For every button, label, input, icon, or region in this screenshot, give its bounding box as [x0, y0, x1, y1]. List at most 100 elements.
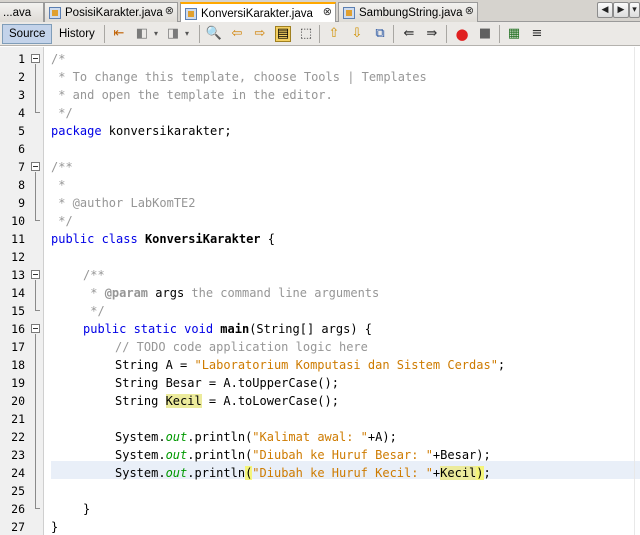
last-edit-icon[interactable]: ⇤: [111, 26, 127, 42]
code-line-24: System.out.println("Diubah ke Huruf Keci…: [115, 464, 491, 482]
comment-icon[interactable]: ▦: [506, 26, 522, 42]
previous-bookmark-icon[interactable]: ⇧: [326, 26, 342, 42]
comment: * @author LabKomTE2: [51, 196, 196, 210]
line-number: 20: [11, 394, 25, 408]
string-literal: "Diubah ke Huruf Kecil: ": [252, 466, 433, 480]
code-text: .println(: [187, 430, 253, 444]
string-literal: "Kalimat awal: ": [252, 430, 368, 444]
line-number: 15: [11, 304, 25, 318]
toggle-bookmark-icon[interactable]: ⧉: [372, 26, 388, 42]
fold-collapse-icon[interactable]: [31, 324, 40, 333]
tab-label: PosisiKarakter.java: [65, 6, 163, 19]
tab-posisikarakter[interactable]: PosisiKarakter.java ⊗: [44, 2, 178, 22]
scroll-tabs-right-icon[interactable]: ▶: [613, 2, 629, 18]
source-view-button[interactable]: Source: [2, 24, 53, 44]
code-text: .println: [187, 466, 246, 480]
javadoc-tag: @param: [104, 286, 149, 300]
line-number: 21: [11, 412, 25, 426]
java-file-icon: [49, 6, 61, 19]
code-line-9: * @author LabKomTE2: [51, 194, 196, 212]
line-number: 24: [11, 466, 25, 480]
uncomment-icon[interactable]: ≡: [529, 26, 545, 42]
code-line-11: public class KonversiKarakter {: [51, 230, 275, 248]
fold-collapse-icon[interactable]: [31, 54, 40, 63]
toggle-rectangular-selection-icon[interactable]: ⬚: [298, 26, 314, 42]
method-name: main: [220, 322, 250, 336]
comment: *: [51, 178, 66, 192]
forward-dropdown-icon[interactable]: ▾: [179, 26, 195, 42]
find-previous-icon[interactable]: ⇦: [229, 26, 245, 42]
toolbar-separator: [446, 25, 447, 43]
shift-line-left-icon[interactable]: ⇚: [401, 26, 417, 42]
scroll-tabs-left-icon[interactable]: ◀: [597, 2, 613, 18]
tab-list-dropdown-icon[interactable]: ▾: [629, 2, 640, 18]
comment: /*: [51, 52, 66, 66]
keyword: public static void: [83, 322, 214, 336]
keyword: public class: [51, 232, 138, 246]
code-line-17: // TODO code application logic here: [115, 338, 368, 356]
code-text: System.: [115, 448, 166, 462]
line-number: 16: [11, 322, 25, 336]
stop-macro-recording-icon[interactable]: ■: [477, 26, 493, 42]
tab-label: ...ava: [3, 6, 32, 19]
code-line-22: System.out.println("Kalimat awal: "+A);: [115, 428, 397, 446]
line-number: 27: [11, 520, 25, 534]
line-number: 7: [18, 160, 25, 174]
toggle-highlight-search-icon[interactable]: ▤: [275, 26, 291, 42]
code-text: .println(: [187, 448, 253, 462]
comment: /**: [83, 268, 105, 282]
string-literal: "Laboratorium Komputasi dan Sistem Cerda…: [194, 358, 498, 372]
next-bookmark-icon[interactable]: ⇩: [349, 26, 365, 42]
fold-collapse-icon[interactable]: [31, 162, 40, 171]
line-number: 11: [11, 232, 25, 246]
line-number: 22: [11, 430, 25, 444]
code-text: String A =: [115, 358, 195, 372]
code-line-1: /*: [51, 50, 65, 68]
comment: // TODO code application logic here: [115, 340, 368, 354]
line-number: 8: [18, 178, 25, 192]
line-number: 18: [11, 358, 25, 372]
code-line-20: String Kecil = A.toLowerCase();: [115, 392, 339, 410]
find-selection-icon[interactable]: 🔍: [206, 26, 222, 42]
code-line-5: package konversikarakter;: [51, 122, 232, 140]
param-name: args: [148, 286, 185, 300]
find-next-icon[interactable]: ⇨: [252, 26, 268, 42]
toolbar-separator: [104, 25, 105, 43]
tab-close-icon[interactable]: ⊗: [323, 5, 332, 18]
line-number: 9: [18, 196, 25, 210]
code-line-27: }: [51, 518, 58, 535]
code-line-10: */: [51, 212, 73, 230]
code-line-15: */: [83, 302, 104, 320]
code-line-13: /**: [83, 266, 105, 284]
code-line-14: * @param args the command line arguments: [83, 284, 379, 302]
line-number: 5: [18, 124, 25, 138]
fold-collapse-icon[interactable]: [31, 270, 40, 279]
shift-line-right-icon[interactable]: ⇛: [424, 26, 440, 42]
comment: *: [83, 286, 105, 300]
history-view-button[interactable]: History: [52, 24, 102, 44]
class-name: KonversiKarakter: [144, 232, 261, 246]
tab-close-icon[interactable]: ⊗: [465, 4, 474, 17]
fold-guide-end: [35, 112, 40, 113]
highlighted-variable: Kecil: [165, 394, 202, 408]
code-text: +Besar);: [432, 448, 491, 462]
code-line-23: System.out.println("Diubah ke Huruf Besa…: [115, 446, 491, 464]
tab-overflow-java[interactable]: ...ava: [0, 2, 44, 22]
tab-sambungstring[interactable]: SambungString.java ⊗: [338, 2, 478, 22]
fold-guide: [35, 334, 36, 508]
code-text: }: [83, 502, 91, 516]
code-text: (String[] args) {: [249, 322, 373, 336]
comment: */: [51, 214, 73, 228]
code-text: +A);: [367, 430, 397, 444]
start-macro-recording-icon[interactable]: ●: [454, 26, 470, 42]
tab-konversikarakter[interactable]: KonversiKarakter.java ⊗: [180, 2, 336, 23]
toolbar-separator: [499, 25, 500, 43]
line-number: 2: [18, 70, 25, 84]
code-text: = A.toLowerCase();: [201, 394, 339, 408]
comment: /**: [51, 160, 73, 174]
back-dropdown-icon[interactable]: ▾: [148, 26, 164, 42]
tab-close-icon[interactable]: ⊗: [165, 4, 174, 17]
code-editor[interactable]: 1 2 3 4 5 6 7 8 9 10 11 12 13 14 15 16 1…: [0, 47, 640, 535]
editor-tab-strip: ...ava PosisiKarakter.java ⊗ KonversiKar…: [0, 0, 640, 23]
comment: the command line arguments: [184, 286, 380, 300]
